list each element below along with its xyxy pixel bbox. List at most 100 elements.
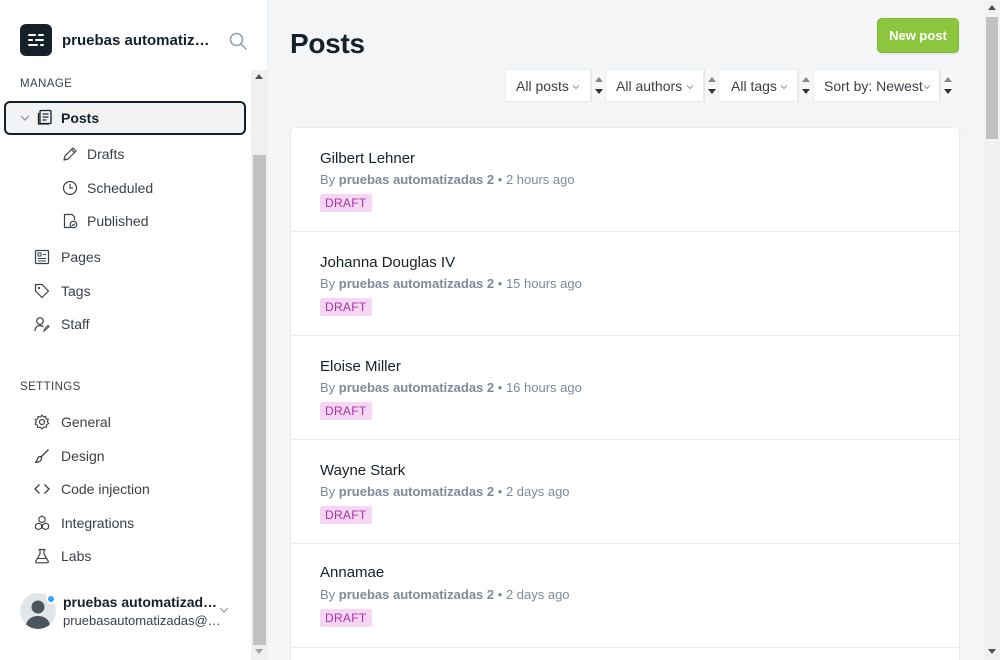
sidebar-item-label: Tags <box>61 283 91 299</box>
author-filter[interactable]: All authors <box>605 69 704 102</box>
user-menu[interactable]: pruebas automatizadas 2 pruebasautomatiz… <box>20 592 250 632</box>
post-title[interactable]: Eloise Miller <box>320 358 401 375</box>
site-title: pruebas automatizadas 2 <box>62 31 212 49</box>
search-icon[interactable] <box>228 31 248 51</box>
meta-by: By <box>320 276 336 291</box>
pages-icon <box>34 249 50 265</box>
scrollbar-thumb[interactable] <box>253 155 266 645</box>
tag-spinner[interactable] <box>798 69 812 102</box>
spinner-up-icon[interactable] <box>595 77 603 82</box>
sidebar-item-label: Staff <box>61 316 90 332</box>
sidebar-item-labs[interactable]: Labs <box>4 540 246 572</box>
scroll-down-arrow-icon[interactable] <box>255 649 263 654</box>
scroll-up-arrow-icon[interactable] <box>255 74 263 79</box>
sidebar-item-published[interactable]: Published <box>60 208 240 234</box>
sidebar-item-general[interactable]: General <box>4 406 246 438</box>
status-badge: DRAFT <box>320 506 372 524</box>
sidebar-item-label: Labs <box>61 548 92 564</box>
brand[interactable]: pruebas automatizadas 2 <box>20 24 212 56</box>
meta-by: By <box>320 587 336 602</box>
user-name: pruebas automatizadas 2 <box>63 594 223 610</box>
meta-separator: • <box>497 172 503 187</box>
meta-separator: • <box>497 380 503 395</box>
chevron-down-icon[interactable] <box>218 604 230 616</box>
sidebar-item-tags[interactable]: Tags <box>4 275 246 307</box>
post-time: 16 hours ago <box>505 380 582 395</box>
flask-icon <box>35 548 49 564</box>
status-badge: DRAFT <box>320 298 372 316</box>
status-badge: DRAFT <box>320 402 372 420</box>
filter-label: All tags <box>731 78 777 94</box>
sidebar-item-label: Design <box>61 448 105 464</box>
sidebar-item-label: Published <box>87 213 149 229</box>
post-author: pruebas automatizadas 2 <box>338 172 495 187</box>
spinner-up-icon[interactable] <box>944 77 952 82</box>
sidebar-item-posts[interactable]: Posts <box>4 101 246 135</box>
post-type-spinner[interactable] <box>591 69 605 102</box>
sidebar-item-label: Posts <box>61 110 100 126</box>
sidebar-item-scheduled[interactable]: Scheduled <box>60 175 240 201</box>
spinner-down-icon[interactable] <box>802 89 810 94</box>
post-author: pruebas automatizadas 2 <box>338 380 495 395</box>
sort-spinner[interactable] <box>940 69 954 102</box>
post-type-filter[interactable]: All posts <box>505 69 591 102</box>
tag-filter[interactable]: All tags <box>718 69 798 102</box>
post-meta: By pruebas automatizadas 2 • 2 days ago <box>320 587 570 602</box>
sidebar-scrollbar[interactable] <box>251 70 268 660</box>
scrollbar-thumb[interactable] <box>986 17 998 139</box>
sidebar-item-code-injection[interactable]: Code injection <box>4 473 246 505</box>
scroll-up-arrow-icon[interactable] <box>988 5 996 10</box>
sidebar-item-integrations[interactable]: Integrations <box>4 507 246 539</box>
post-title[interactable]: Gilbert Lehner <box>320 150 415 167</box>
spinner-down-icon[interactable] <box>708 89 716 94</box>
author-spinner[interactable] <box>704 69 718 102</box>
chevron-down-icon <box>923 85 931 90</box>
post-list-item[interactable]: Johanna Douglas IV By pruebas automatiza… <box>291 232 959 336</box>
sidebar: pruebas automatizadas 2 MANAGE Posts Dra… <box>0 0 268 660</box>
chevron-down-icon <box>572 85 580 90</box>
manage-section-label: MANAGE <box>20 78 73 90</box>
pencil-icon <box>63 147 77 161</box>
sidebar-item-design[interactable]: Design <box>4 440 246 472</box>
sidebar-item-label: General <box>61 414 111 430</box>
post-list-item[interactable]: Gilbert Lehner By pruebas automatizadas … <box>291 128 959 232</box>
sidebar-item-pages[interactable]: Pages <box>4 241 246 273</box>
meta-by: By <box>320 172 336 187</box>
post-list-item[interactable]: Wayne Stark By pruebas automatizadas 2 •… <box>291 440 959 544</box>
published-icon <box>63 213 78 229</box>
spinner-down-icon[interactable] <box>944 89 952 94</box>
chevron-down-icon[interactable] <box>19 112 31 124</box>
post-title[interactable]: Annamae <box>320 564 384 581</box>
post-list-item[interactable]: Annamae By pruebas automatizadas 2 • 2 d… <box>291 544 959 648</box>
scroll-down-arrow-icon[interactable] <box>988 649 996 654</box>
spinner-up-icon[interactable] <box>802 77 810 82</box>
meta-separator: • <box>497 276 503 291</box>
post-list-item[interactable]: Eloise Miller By pruebas automatizadas 2… <box>291 336 959 440</box>
post-title[interactable]: Johanna Douglas IV <box>320 254 455 271</box>
post-meta: By pruebas automatizadas 2 • 2 days ago <box>320 484 570 499</box>
post-author: pruebas automatizadas 2 <box>338 276 495 291</box>
sidebar-item-label: Integrations <box>61 515 135 531</box>
post-author: pruebas automatizadas 2 <box>338 587 495 602</box>
post-author: pruebas automatizadas 2 <box>338 484 495 499</box>
post-time: 2 days ago <box>505 587 570 602</box>
user-email: pruebasautomatizadas@uniandes.edu.co <box>63 613 223 628</box>
posts-icon <box>37 109 52 125</box>
post-title[interactable]: Wayne Stark <box>320 462 405 479</box>
sidebar-item-drafts[interactable]: Drafts <box>60 141 240 167</box>
post-meta: By pruebas automatizadas 2 • 2 hours ago <box>320 172 575 187</box>
spinner-up-icon[interactable] <box>708 77 716 82</box>
meta-by: By <box>320 484 336 499</box>
filter-label: All posts <box>516 78 569 94</box>
spinner-down-icon[interactable] <box>595 89 603 94</box>
new-post-button[interactable]: New post <box>877 18 959 53</box>
sidebar-item-staff[interactable]: Staff <box>4 308 246 340</box>
gear-icon <box>34 414 50 430</box>
post-meta: By pruebas automatizadas 2 • 16 hours ag… <box>320 380 582 395</box>
sort-filter[interactable]: Sort by: Newest <box>813 69 940 102</box>
post-time: 2 hours ago <box>505 172 575 187</box>
post-time: 2 days ago <box>505 484 570 499</box>
status-badge: DRAFT <box>320 609 372 627</box>
page-scrollbar[interactable] <box>984 0 1000 660</box>
tag-icon <box>34 283 50 299</box>
